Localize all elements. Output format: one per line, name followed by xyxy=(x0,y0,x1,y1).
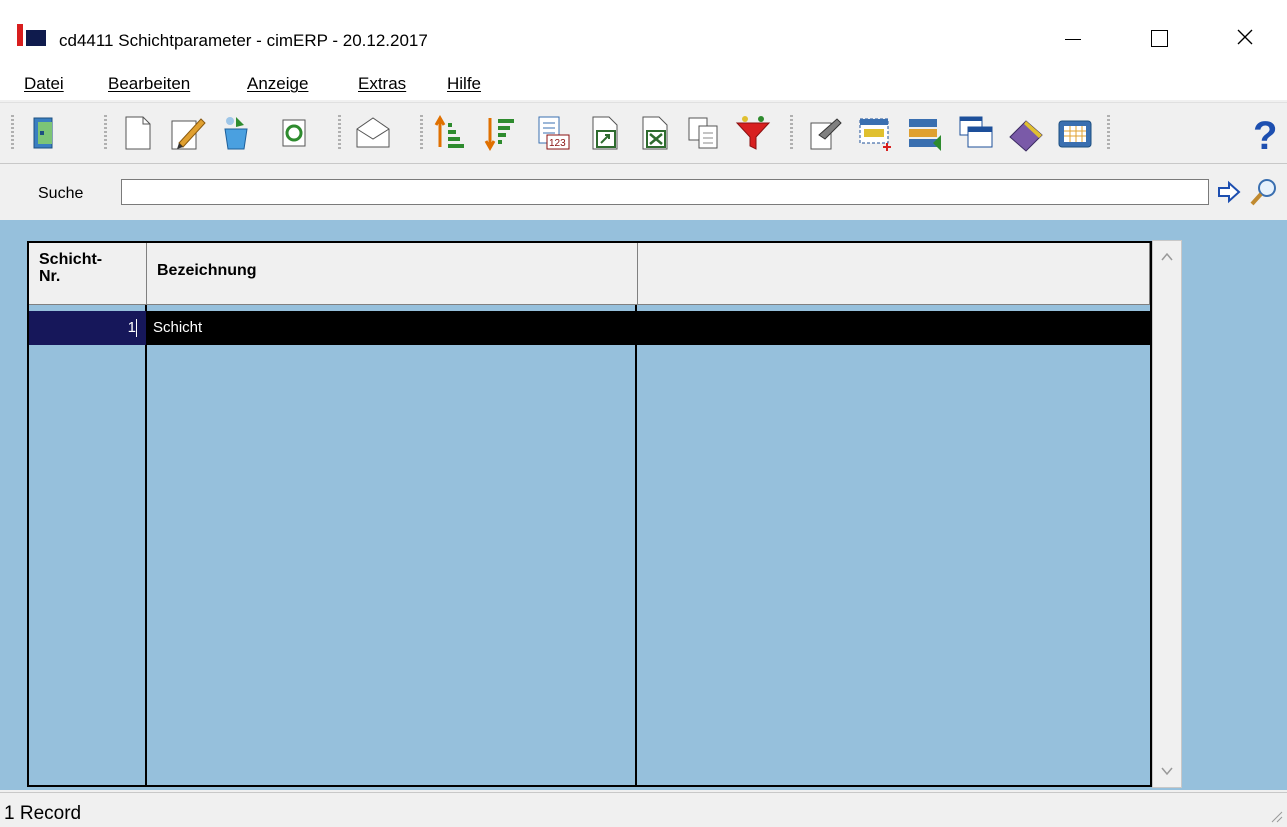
grid-header: Schicht- Nr. Bezeichnung xyxy=(29,243,1150,305)
column-header-schicht-nr[interactable]: Schicht- Nr. xyxy=(29,243,147,305)
search-magnifier-button[interactable] xyxy=(1248,176,1280,208)
column-header-line1: Schicht- xyxy=(39,251,103,268)
cell-value: 1 xyxy=(127,319,136,336)
column-separator xyxy=(635,305,637,785)
toolbar: 123 ? xyxy=(0,102,1287,163)
help-question-icon[interactable]: ? xyxy=(1247,113,1287,158)
column-header-line2: Nr. xyxy=(39,268,61,285)
menu-anzeige[interactable]: Anzeige xyxy=(247,74,308,94)
text-caret xyxy=(136,319,137,337)
data-grid: Schicht- Nr. Bezeichnung 1 Schicht xyxy=(27,241,1152,787)
refresh-icon[interactable] xyxy=(274,113,314,153)
cell-bezeichnung[interactable]: Schicht xyxy=(153,319,202,336)
search-bar: Suche xyxy=(0,163,1287,221)
number-format-icon[interactable]: 123 xyxy=(533,113,573,153)
search-go-button[interactable] xyxy=(1216,178,1242,206)
column-header-bezeichnung[interactable]: Bezeichnung xyxy=(147,243,638,305)
toolbar-separator xyxy=(420,115,423,151)
menu-datei[interactable]: Datei xyxy=(24,74,64,94)
window-title: cd4411 Schichtparameter - cimERP - 20.12… xyxy=(59,31,428,50)
toolbar-grip xyxy=(11,115,14,151)
maximize-button[interactable] xyxy=(1136,20,1182,54)
svg-text:123: 123 xyxy=(549,138,566,149)
toolbar-separator xyxy=(1107,115,1110,151)
maximize-icon xyxy=(1151,30,1168,47)
help-book-icon[interactable] xyxy=(1006,113,1046,153)
sort-ascending-icon[interactable] xyxy=(432,113,472,153)
toolbar-separator xyxy=(104,115,107,151)
minimize-icon xyxy=(1065,39,1081,40)
vertical-scrollbar[interactable] xyxy=(1152,240,1182,788)
close-icon xyxy=(1237,29,1253,45)
resize-grip-icon[interactable] xyxy=(1269,809,1283,823)
save-bucket-icon[interactable] xyxy=(216,113,256,153)
menu-hilfe[interactable]: Hilfe xyxy=(447,74,481,94)
search-input[interactable] xyxy=(121,179,1209,205)
close-button[interactable] xyxy=(1222,20,1268,54)
menu-bar: Datei Bearbeiten Anzeige Extras Hilfe xyxy=(0,64,1287,100)
arrow-right-icon xyxy=(1218,180,1241,204)
sort-descending-icon[interactable] xyxy=(482,113,522,153)
scroll-up-icon[interactable] xyxy=(1159,249,1175,265)
copy-icon[interactable] xyxy=(683,113,723,153)
toolbar-separator xyxy=(338,115,341,151)
calculator-grid-icon[interactable] xyxy=(1055,113,1095,153)
column-header-empty[interactable] xyxy=(638,243,1150,305)
exit-door-icon[interactable] xyxy=(26,113,66,153)
search-label: Suche xyxy=(38,185,84,202)
transfer-icon[interactable] xyxy=(905,113,945,153)
minimize-button[interactable] xyxy=(1050,20,1096,54)
windows-icon[interactable] xyxy=(956,113,996,153)
properties-icon[interactable] xyxy=(805,113,845,153)
svg-text:?: ? xyxy=(1253,114,1277,153)
menu-extras[interactable]: Extras xyxy=(358,74,406,94)
table-row[interactable]: 1 Schicht xyxy=(29,311,1150,345)
content-area: Schicht- Nr. Bezeichnung 1 Schicht xyxy=(0,220,1287,790)
cell-schicht-nr[interactable]: 1 xyxy=(29,311,146,345)
magnifier-icon xyxy=(1250,179,1276,206)
scroll-down-icon[interactable] xyxy=(1159,763,1175,779)
menu-bearbeiten[interactable]: Bearbeiten xyxy=(108,74,190,94)
record-count: 1 Record xyxy=(4,803,82,824)
column-separator xyxy=(145,305,147,785)
filter-funnel-icon[interactable] xyxy=(733,113,773,153)
mail-envelope-icon[interactable] xyxy=(353,113,393,153)
column-header-label: Bezeichnung xyxy=(157,262,257,279)
toolbar-separator xyxy=(790,115,793,151)
status-bar: 1 Record xyxy=(0,792,1287,827)
new-window-icon[interactable] xyxy=(855,113,895,153)
new-document-icon[interactable] xyxy=(117,113,157,153)
excel-export-icon[interactable] xyxy=(635,113,675,153)
export-icon[interactable] xyxy=(585,113,625,153)
app-logo-icon xyxy=(17,24,46,46)
edit-pencil-icon[interactable] xyxy=(167,113,207,153)
